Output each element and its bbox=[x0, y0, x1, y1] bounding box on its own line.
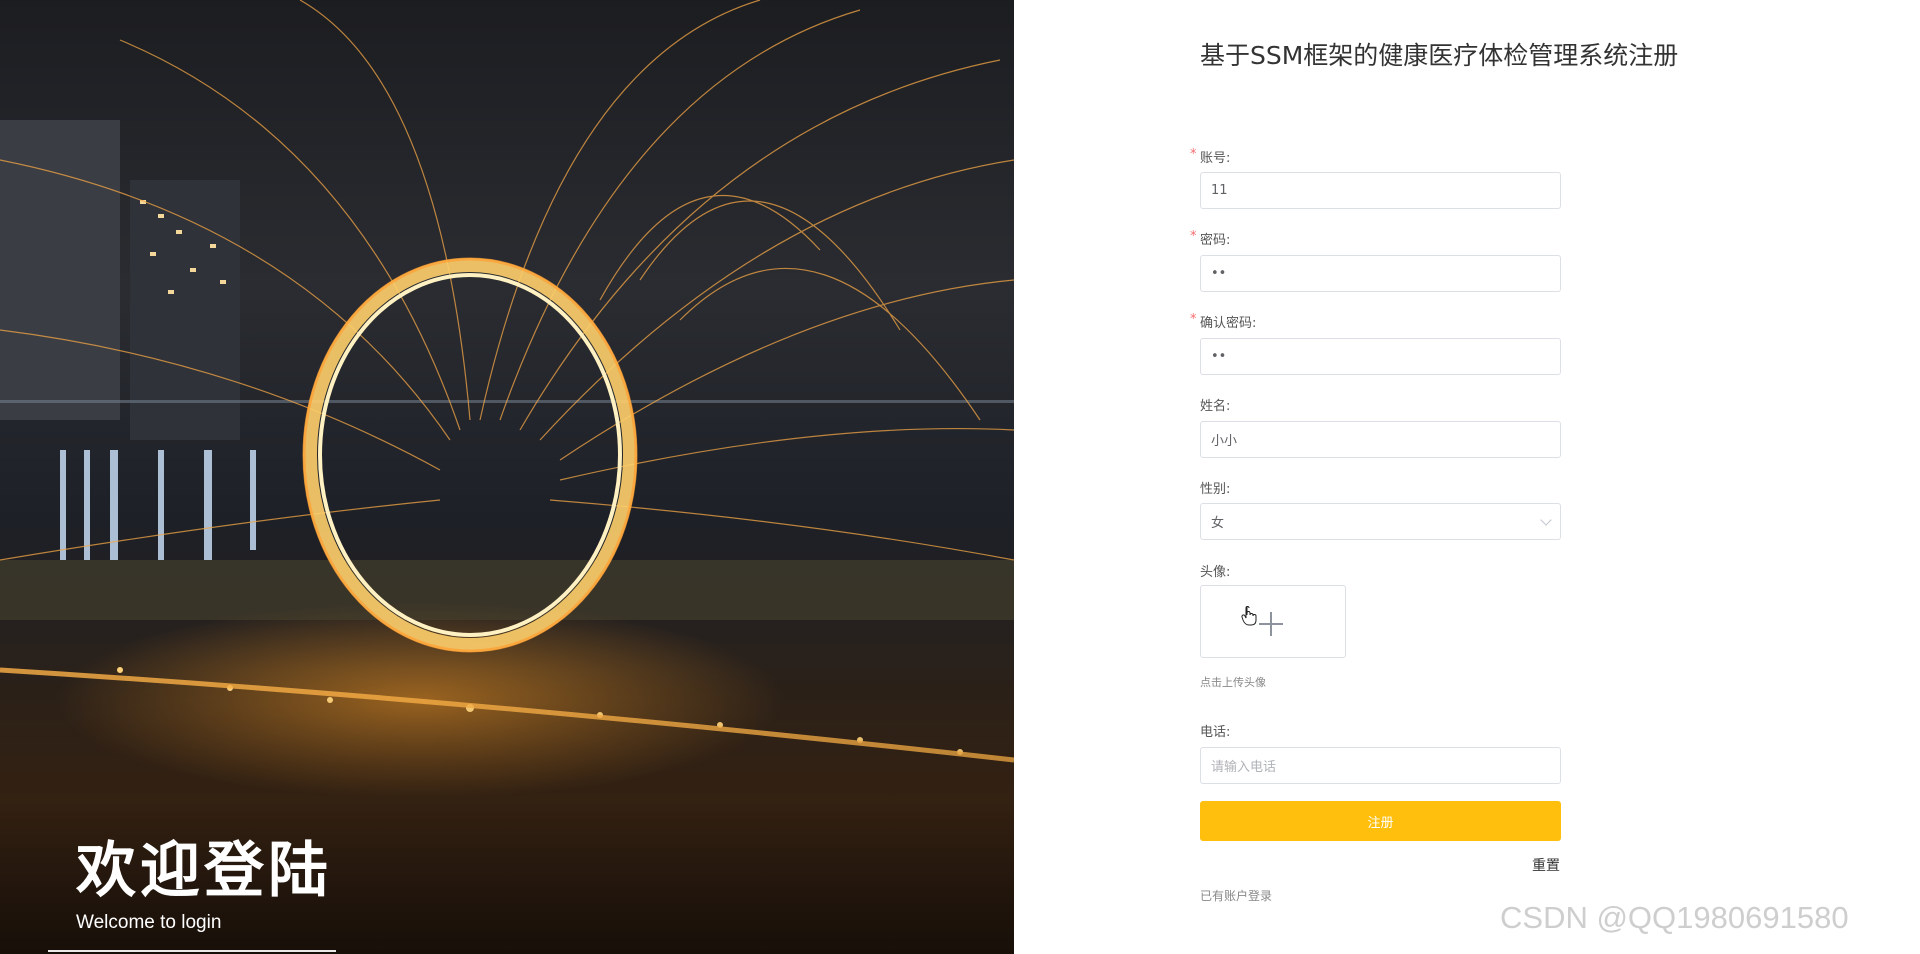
avatar-label: 头像: bbox=[1200, 565, 1231, 580]
account-input[interactable]: 11 bbox=[1200, 172, 1561, 209]
name-input[interactable]: 小小 bbox=[1200, 421, 1561, 458]
required-mark: * bbox=[1190, 229, 1197, 244]
hero-divider bbox=[48, 950, 336, 952]
gender-label: 性别: bbox=[1200, 482, 1231, 497]
avatar-upload-button[interactable] bbox=[1200, 585, 1346, 658]
hero-overlay bbox=[0, 0, 1014, 954]
required-mark: * bbox=[1190, 312, 1197, 327]
name-label: 姓名: bbox=[1200, 399, 1231, 414]
hand-cursor-icon bbox=[1241, 606, 1257, 626]
phone-label: 电话: bbox=[1200, 725, 1231, 740]
register-button[interactable]: 注册 bbox=[1200, 801, 1561, 841]
avatar-upload-hint: 点击上传头像 bbox=[1200, 676, 1266, 689]
page-title: 基于SSM框架的健康医疗体检管理系统注册 bbox=[1200, 41, 1679, 70]
hero-image: 欢迎登陆 Welcome to login bbox=[0, 0, 1014, 954]
confirm-password-label: * 确认密码: bbox=[1190, 312, 1257, 331]
login-link[interactable]: 已有账户登录 bbox=[1200, 887, 1272, 904]
confirm-password-input[interactable]: •• bbox=[1200, 338, 1561, 375]
welcome-subtitle: Welcome to login bbox=[76, 912, 222, 933]
register-page: 欢迎登陆 Welcome to login 基于SSM框架的健康医疗体检管理系统… bbox=[0, 0, 1920, 954]
gender-select[interactable]: 女 bbox=[1200, 503, 1561, 540]
reset-button[interactable]: 重置 bbox=[1532, 855, 1560, 875]
required-mark: * bbox=[1190, 147, 1197, 162]
chevron-down-icon bbox=[1540, 514, 1552, 526]
account-label: * 账号: bbox=[1190, 147, 1231, 166]
plus-icon bbox=[1259, 612, 1283, 636]
password-label: * 密码: bbox=[1190, 229, 1231, 248]
watermark: CSDN @QQ1980691580 bbox=[1500, 900, 1849, 935]
phone-input[interactable]: 请输入电话 bbox=[1200, 747, 1561, 784]
password-input[interactable]: •• bbox=[1200, 255, 1561, 292]
welcome-title: 欢迎登陆 bbox=[76, 836, 332, 906]
